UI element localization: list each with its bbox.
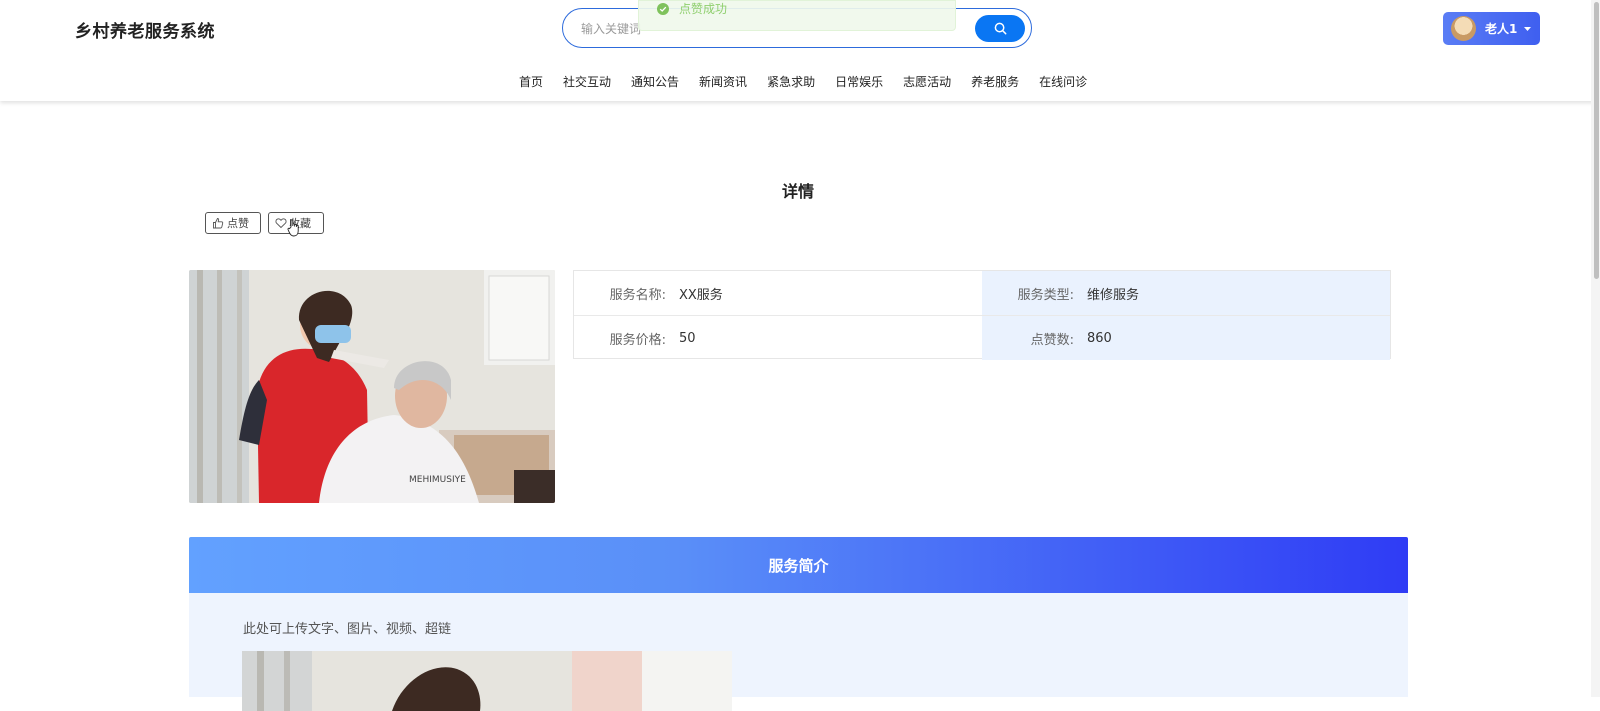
success-toast: 点赞成功: [638, 0, 956, 31]
service-name-label: 服务名称:: [609, 287, 666, 303]
service-photo: MEHIMUSIYE: [189, 270, 555, 503]
thumbs-up-icon: [213, 218, 224, 229]
nav-item-notices[interactable]: 通知公告: [631, 73, 679, 90]
top-header: 乡村养老服务系统 点赞成功 老人1 首页 社交互动 通知公告 新闻资讯 紧急求助…: [0, 0, 1600, 101]
nav-item-entertainment[interactable]: 日常娱乐: [835, 73, 883, 90]
service-photo-illustration: MEHIMUSIYE: [189, 270, 555, 503]
main-nav: 首页 社交互动 通知公告 新闻资讯 紧急求助 日常娱乐 志愿活动 养老服务 在线…: [519, 73, 1087, 90]
nav-item-volunteer[interactable]: 志愿活动: [903, 73, 951, 90]
nav-item-consultation[interactable]: 在线问诊: [1039, 73, 1087, 90]
hand-cursor-icon: [287, 219, 299, 237]
like-label: 点赞: [227, 217, 249, 230]
page-title: 详情: [781, 182, 814, 201]
heart-icon: [275, 218, 287, 229]
service-type-label: 服务类型:: [1017, 287, 1074, 303]
avatar: [1451, 16, 1476, 41]
user-menu-button[interactable]: 老人1: [1443, 12, 1540, 45]
service-intro-text: 此处可上传文字、图片、视频、超链: [243, 622, 452, 637]
service-intro-body: 此处可上传文字、图片、视频、超链: [189, 593, 1408, 711]
site-title: 乡村养老服务系统: [75, 22, 215, 42]
search-icon: [994, 22, 1006, 35]
nav-item-emergency[interactable]: 紧急求助: [767, 73, 815, 90]
service-name-value: XX服务: [679, 287, 723, 303]
like-button[interactable]: 点赞: [205, 212, 261, 234]
toast-message: 点赞成功: [679, 2, 728, 16]
nav-item-social[interactable]: 社交互动: [563, 73, 611, 90]
detail-cell-service-price: 服务价格: 50: [574, 316, 982, 360]
like-count-value: 860: [1087, 330, 1112, 346]
check-circle-icon: [657, 2, 669, 15]
nav-item-elderly-service[interactable]: 养老服务: [971, 73, 1019, 90]
user-name: 老人1: [1485, 22, 1518, 36]
service-intro-header: 服务简介: [189, 537, 1408, 593]
service-intro-photo: [242, 651, 732, 711]
detail-cell-service-name: 服务名称: XX服务: [574, 271, 982, 315]
nav-item-home[interactable]: 首页: [519, 73, 543, 90]
detail-cell-service-type: 服务类型: 维修服务: [982, 271, 1390, 315]
service-details-table: 服务名称: XX服务 服务类型: 维修服务 服务价格: 50 点赞数: 860: [573, 270, 1391, 360]
details-row: 服务名称: XX服务 服务类型: 维修服务: [574, 271, 1390, 316]
scrollbar-thumb[interactable]: [1594, 2, 1599, 279]
caret-down-icon: [1524, 26, 1532, 31]
service-price-label: 服务价格:: [609, 332, 666, 348]
detail-cell-like-count: 点赞数: 860: [982, 316, 1390, 360]
svg-text:MEHIMUSIYE: MEHIMUSIYE: [409, 475, 466, 485]
service-intro-photo-illustration: [242, 651, 732, 711]
search-button[interactable]: [975, 15, 1025, 42]
service-price-value: 50: [679, 330, 696, 346]
service-type-value: 维修服务: [1087, 287, 1140, 303]
details-row: 服务价格: 50 点赞数: 860: [574, 316, 1390, 360]
like-count-label: 点赞数:: [1030, 332, 1074, 348]
nav-item-news[interactable]: 新闻资讯: [699, 73, 747, 90]
